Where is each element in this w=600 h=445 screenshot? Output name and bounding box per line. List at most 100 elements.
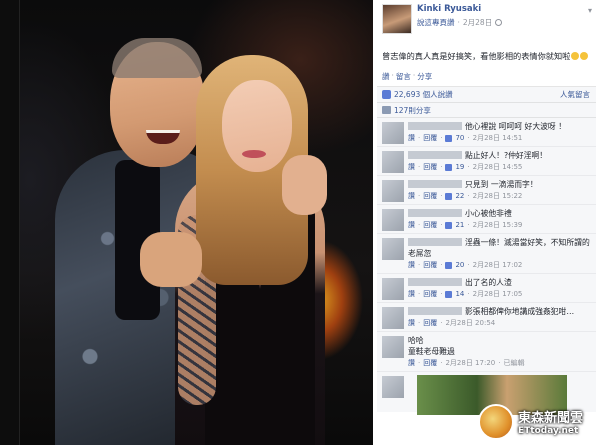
post-date[interactable]: 2月28日 — [463, 17, 492, 28]
comment-item: 影張相都俾你地講成強姦犯咁… 讚 · 回覆 · 2月28日 20:54 — [377, 303, 596, 332]
comment-text: 哈哈 童鞋老母難過 — [408, 336, 455, 356]
comment-like-count[interactable]: 22 — [455, 192, 464, 200]
watermark-text: 東森新聞雲 ETtoday.net — [518, 407, 583, 436]
commenter-avatar[interactable] — [382, 336, 404, 358]
comment-date[interactable]: 2月28日 14:51 — [473, 133, 523, 143]
commenter-avatar[interactable] — [382, 238, 404, 260]
comment-meta: 讚 · 回覆 · 2月28日 20:54 — [408, 318, 496, 328]
comment-like-count[interactable]: 70 — [455, 134, 464, 142]
comment-reply-link[interactable]: 回覆 — [423, 162, 437, 172]
author-name[interactable]: Kinki Ryusaki — [417, 4, 481, 14]
author-avatar[interactable] — [382, 4, 412, 34]
commenter-avatar[interactable] — [382, 122, 404, 144]
post-photo[interactable] — [0, 0, 373, 445]
comment-reply-link[interactable]: 回覆 — [423, 358, 437, 368]
likes-count[interactable]: 22,693 個人說讚 — [394, 89, 453, 100]
commenter-avatar[interactable] — [382, 307, 404, 329]
comment-body: 小心被他非禮 — [408, 208, 591, 219]
page-like-link[interactable]: 說這專頁讚 — [417, 17, 455, 28]
comment-reply-link[interactable]: 回覆 — [423, 289, 437, 299]
commenter-avatar[interactable] — [382, 209, 404, 231]
comment-date[interactable]: 2月28日 14:55 — [473, 162, 523, 172]
comment-like-count[interactable]: 14 — [455, 290, 464, 298]
post-actions: 讚 · 留言 · 分享 — [382, 71, 591, 82]
commenter-name-redacted[interactable] — [408, 278, 462, 286]
comment-like-link[interactable]: 讚 — [408, 220, 415, 230]
action-separator: · — [391, 71, 394, 80]
commenter-avatar[interactable] — [382, 376, 404, 398]
comment-like-link[interactable]: 讚 — [408, 260, 415, 270]
comment-like-link[interactable]: 讚 — [408, 358, 415, 368]
comment-reply-link[interactable]: 回覆 — [423, 260, 437, 270]
comment-item: 出了名的人渣 讚 · 回覆 · 14 · 2月28日 17:05 — [377, 274, 596, 303]
ettoday-watermark: 東森新聞雲 ETtoday.net — [478, 398, 600, 445]
man-hand — [140, 232, 202, 287]
comment-like-link[interactable]: 讚 — [408, 162, 415, 172]
chevron-down-icon[interactable]: ▾ — [588, 6, 592, 15]
commenter-name-redacted[interactable] — [408, 209, 462, 217]
comment-like-link[interactable]: 讚 — [408, 133, 415, 143]
share-icon — [382, 106, 391, 114]
comment-reply-link[interactable]: 回覆 — [423, 191, 437, 201]
photo-edge-strip — [0, 0, 20, 445]
post-meta: 說這專頁讚 · 2月28日 — [417, 17, 503, 28]
commenter-name-redacted[interactable] — [408, 122, 462, 130]
meta-separator: · — [457, 18, 460, 27]
action-separator: · — [412, 71, 416, 80]
comment-meta: 讚 · 回覆 · 22 · 2月28日 15:22 — [408, 191, 523, 201]
comment-body: 哈哈 童鞋老母難過 — [408, 335, 591, 357]
grin-emoji-icon — [571, 52, 580, 60]
comment-like-link[interactable]: 讚 — [408, 191, 415, 201]
comment-body: 出了名的人渣 — [408, 277, 591, 288]
comment-date[interactable]: 2月28日 17:20 — [445, 358, 495, 368]
commenter-name-redacted[interactable] — [408, 307, 462, 315]
woman-face — [222, 80, 292, 172]
comment-meta: 讚 · 回覆 · 20 · 2月28日 17:02 — [408, 260, 523, 270]
comment-text: 出了名的人渣 — [465, 278, 512, 287]
comment-link[interactable]: 留言 — [396, 71, 411, 82]
thumbs-up-icon — [445, 163, 453, 171]
comment-like-link[interactable]: 讚 — [408, 318, 415, 328]
comment-reply-link[interactable]: 回覆 — [423, 318, 437, 328]
comment-date[interactable]: 2月28日 15:39 — [473, 220, 523, 230]
comment-item: 淫蟲一條！滅湯當好笑，不知所謂的老屌忽 讚 · 回覆 · 20 · 2月28日 17:… — [377, 234, 596, 274]
comment-body: 點止好人！?仲好淫啊！ — [408, 150, 591, 161]
watermark-en: ETtoday.net — [518, 426, 579, 436]
feedback-area: 22,693 個人說讚 人氣留言 127則分享 他心裡說 呵呵呵 好大波呀 ！ … — [377, 86, 596, 415]
commenter-name-redacted[interactable] — [408, 180, 462, 188]
grin-emoji-icon — [580, 52, 589, 60]
comment-reply-link[interactable]: 回覆 — [423, 133, 437, 143]
comment-date[interactable]: 2月28日 17:02 — [473, 260, 523, 270]
comment-date[interactable]: 2月28日 15:22 — [473, 191, 523, 201]
commenter-avatar[interactable] — [382, 278, 404, 300]
comment-edited-flag[interactable]: 已編輯 — [503, 358, 524, 368]
comment-body: 只見到 一滴湯而字！ — [408, 179, 591, 190]
like-link[interactable]: 讚 — [382, 71, 390, 82]
comment-date[interactable]: 2月28日 20:54 — [445, 318, 495, 328]
watermark-cn: 東森新聞雲 — [518, 411, 584, 426]
comment-meta: 讚 · 回覆 · 2月28日 17:20 · 已編輯 — [408, 358, 525, 368]
likes-row: 22,693 個人說讚 人氣留言 — [377, 87, 596, 103]
shares-count[interactable]: 127則分享 — [394, 105, 431, 116]
comment-date[interactable]: 2月28日 17:05 — [473, 289, 523, 299]
comment-text: 小心被他非禮 — [465, 209, 512, 218]
comment-item: 點止好人！?仲好淫啊！ 讚 · 回覆 · 19 · 2月28日 14:55 — [377, 147, 596, 176]
comment-text: 他心裡說 呵呵呵 好大波呀 ！ — [465, 122, 566, 131]
post-header: Kinki Ryusaki 說這專頁讚 · 2月28日 ▾ — [373, 0, 600, 40]
comment-reply-link[interactable]: 回覆 — [423, 220, 437, 230]
comment-like-count[interactable]: 21 — [455, 221, 464, 229]
comment-item: 只見到 一滴湯而字！ 讚 · 回覆 · 22 · 2月28日 15:22 — [377, 176, 596, 205]
commenter-name-redacted[interactable] — [408, 151, 462, 159]
comment-meta: 讚 · 回覆 · 21 · 2月28日 15:39 — [408, 220, 523, 230]
commenter-name-redacted[interactable] — [408, 238, 462, 246]
commenter-avatar[interactable] — [382, 151, 404, 173]
thumbs-up-icon — [445, 221, 453, 229]
commenter-avatar[interactable] — [382, 180, 404, 202]
share-link[interactable]: 分享 — [417, 71, 432, 82]
comment-body: 淫蟲一條！滅湯當好笑，不知所謂的老屌忽 — [408, 237, 591, 259]
comment-like-count[interactable]: 19 — [455, 163, 464, 171]
comment-like-count[interactable]: 20 — [455, 261, 464, 269]
man-hair — [112, 38, 202, 78]
top-comments-toggle[interactable]: 人氣留言 — [560, 89, 590, 100]
comment-like-link[interactable]: 讚 — [408, 289, 415, 299]
